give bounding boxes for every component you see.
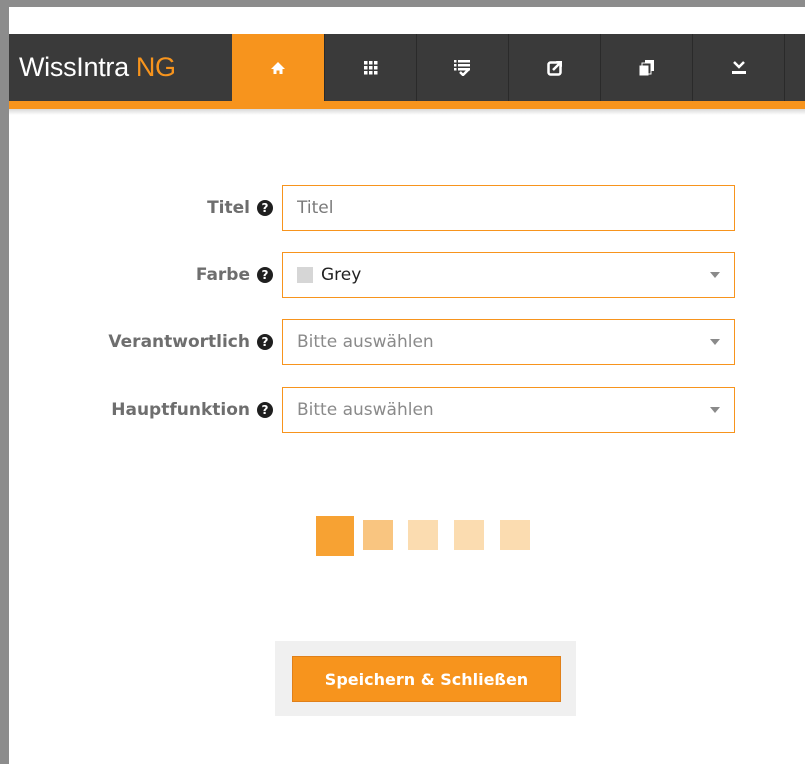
main-function-select[interactable]: Bitte auswählen xyxy=(282,387,735,433)
progress-step xyxy=(316,516,354,556)
chevron-down-icon xyxy=(710,407,720,413)
brand-name: WissIntra xyxy=(19,52,129,82)
chevron-down-icon xyxy=(710,272,720,278)
nav-download-button[interactable] xyxy=(692,34,784,101)
responsible-label: Verantwortlich ? xyxy=(108,319,273,365)
nav-more-button[interactable] xyxy=(784,34,805,101)
color-swatch xyxy=(297,267,313,283)
brand-suffix: NG xyxy=(135,52,176,82)
color-select[interactable]: Grey xyxy=(282,252,735,298)
grid-icon xyxy=(363,60,377,74)
navbar-accent-line xyxy=(9,101,805,109)
download-icon xyxy=(731,60,746,74)
nav-grid-button[interactable] xyxy=(324,34,416,101)
title-field[interactable] xyxy=(282,185,735,231)
color-select-value: Grey xyxy=(321,265,362,285)
documents-icon xyxy=(639,59,654,75)
home-icon xyxy=(271,61,285,74)
chevron-down-icon xyxy=(710,339,720,345)
title-help-icon[interactable]: ? xyxy=(257,200,273,216)
main-function-label: Hauptfunktion ? xyxy=(111,387,273,433)
brand-logo[interactable]: WissIntra NG xyxy=(9,34,232,101)
main-function-select-placeholder: Bitte auswählen xyxy=(297,400,434,420)
title-label: Titel ? xyxy=(207,185,273,231)
progress-step xyxy=(408,520,438,550)
responsible-help-icon[interactable]: ? xyxy=(257,334,273,350)
nav-checklist-button[interactable] xyxy=(416,34,508,101)
checklist-icon xyxy=(453,59,470,76)
color-label: Farbe ? xyxy=(196,252,273,298)
nav-documents-button[interactable] xyxy=(600,34,692,101)
color-help-icon[interactable]: ? xyxy=(257,267,273,283)
responsible-select[interactable]: Bitte auswählen xyxy=(282,319,735,365)
responsible-select-placeholder: Bitte auswählen xyxy=(297,332,434,352)
navbar-shadow xyxy=(9,109,805,115)
title-input[interactable] xyxy=(283,186,734,230)
external-link-icon xyxy=(546,60,562,76)
nav-home-button[interactable] xyxy=(232,34,324,101)
save-and-close-button[interactable]: Speichern & Schließen xyxy=(292,656,561,702)
progress-step xyxy=(454,520,484,550)
main-function-help-icon[interactable]: ? xyxy=(257,402,273,418)
progress-step xyxy=(363,520,393,550)
progress-step xyxy=(500,520,530,550)
nav-external-link-button[interactable] xyxy=(508,34,600,101)
